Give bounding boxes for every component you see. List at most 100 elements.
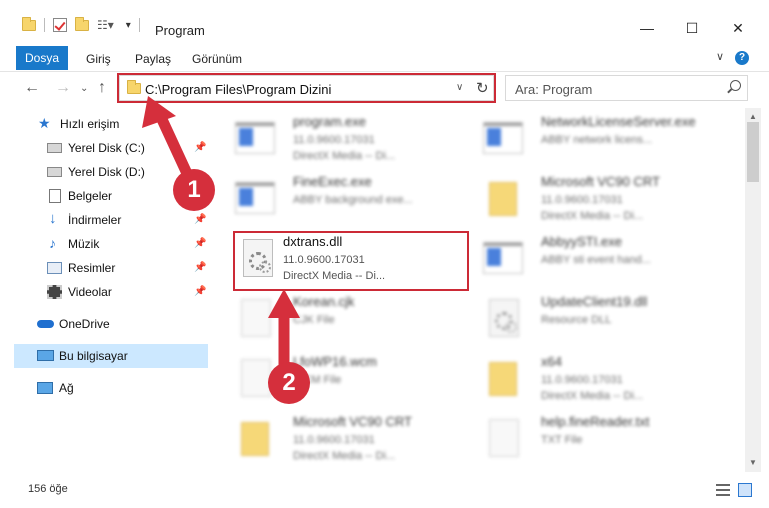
folder-icon bbox=[481, 356, 525, 400]
file-item[interactable]: x64 11.0.9600.17031 DirectX Media -- Di.… bbox=[481, 348, 729, 408]
tab-home[interactable]: Giriş bbox=[86, 52, 111, 66]
file-item[interactable]: AbbyySTI.exe ABBY sti event hand... bbox=[481, 228, 729, 288]
pin-icon[interactable]: 📌 bbox=[194, 262, 206, 273]
vertical-scrollbar[interactable]: ▲ ▼ bbox=[745, 108, 761, 472]
file-detail: 11.0.9600.17031 bbox=[541, 194, 623, 206]
up-arrow-icon[interactable]: ↑ bbox=[98, 79, 106, 97]
cloud-icon bbox=[37, 320, 54, 328]
file-item[interactable]: Microsoft VC90 CRT 11.0.9600.17031 Direc… bbox=[233, 408, 481, 468]
file-name: x64 bbox=[541, 354, 562, 369]
step-badge-1: 1 bbox=[173, 169, 215, 211]
details-view-icon[interactable] bbox=[716, 484, 730, 496]
sidebar-item-label: Resimler bbox=[68, 261, 116, 275]
file-icon bbox=[233, 296, 277, 340]
navigation-bar: ← → ⌄ ↑ C:\Program Files\Program Dizini … bbox=[0, 72, 769, 106]
tab-share[interactable]: Paylaş bbox=[135, 52, 171, 66]
file-name: UpdateClient19.dll bbox=[541, 294, 648, 309]
new-folder-icon[interactable] bbox=[75, 16, 89, 31]
sidebar-item-onedrive[interactable]: OneDrive bbox=[14, 312, 208, 336]
minimize-button[interactable]: — bbox=[637, 20, 657, 36]
sidebar-item-this-pc[interactable]: Bu bilgisayar bbox=[14, 344, 208, 368]
customize-toolbar-icon[interactable]: ☷▾ bbox=[97, 18, 114, 32]
download-icon: ↓ bbox=[49, 210, 57, 227]
file-detail: 11.0.9600.17031 bbox=[293, 434, 375, 446]
pin-icon[interactable]: 📌 bbox=[194, 286, 206, 297]
sidebar-item-label: Belgeler bbox=[68, 189, 113, 203]
file-name: Korean.cjk bbox=[293, 294, 355, 309]
scroll-up-icon[interactable]: ▲ bbox=[749, 112, 757, 121]
file-name: FineExec.exe bbox=[293, 174, 372, 189]
recent-locations-icon[interactable]: ⌄ bbox=[80, 83, 88, 94]
drive-icon bbox=[47, 143, 62, 153]
file-item[interactable]: help.fineReader.txt TXT File bbox=[481, 408, 729, 468]
file-detail: 11.0.9600.17031 bbox=[293, 134, 375, 146]
pin-icon[interactable]: 📌 bbox=[194, 238, 206, 249]
file-name: program.exe bbox=[293, 114, 366, 129]
sidebar-item-pictures[interactable]: Resimler 📌 bbox=[14, 256, 208, 280]
sidebar-item-label: Bu bilgisayar bbox=[59, 349, 128, 363]
collapse-ribbon-icon[interactable]: ∨ bbox=[716, 50, 724, 63]
tab-view[interactable]: Görünüm bbox=[192, 52, 242, 66]
search-icon[interactable] bbox=[730, 80, 741, 91]
file-item[interactable]: program.exe 11.0.9600.17031 DirectX Medi… bbox=[233, 108, 481, 168]
maximize-button[interactable]: ☐ bbox=[682, 20, 702, 37]
sidebar-item-label: Yerel Disk (D:) bbox=[68, 165, 145, 179]
sidebar-item-local-disk-c[interactable]: Yerel Disk (C:) 📌 bbox=[14, 136, 208, 160]
file-highlight-box bbox=[233, 231, 469, 291]
sidebar-item-downloads[interactable]: ↓ İndirmeler 📌 bbox=[14, 208, 208, 232]
properties-icon[interactable] bbox=[53, 18, 67, 32]
file-item[interactable]: NetworkLicenseServer.exe ABBY network li… bbox=[481, 108, 729, 168]
sidebar-item-label: Müzik bbox=[68, 237, 100, 251]
sidebar-item-music[interactable]: ♪ Müzik 📌 bbox=[14, 232, 208, 256]
setup-icon bbox=[233, 116, 277, 160]
pin-icon[interactable]: 📌 bbox=[194, 214, 206, 225]
file-item[interactable]: Korean.cjk CJK File bbox=[233, 288, 481, 348]
pin-icon[interactable]: 📌 bbox=[194, 142, 206, 153]
file-detail: Resource DLL bbox=[541, 314, 612, 326]
file-item[interactable]: FineExec.exe ABBY background exe... bbox=[233, 168, 481, 228]
pictures-icon bbox=[47, 262, 62, 274]
close-button[interactable]: ✕ bbox=[728, 20, 748, 37]
sidebar-item-label: Ağ bbox=[59, 381, 74, 395]
search-input[interactable]: Ara: Program bbox=[505, 75, 748, 101]
file-detail: DirectX Media -- Di... bbox=[293, 150, 396, 162]
file-detail: DirectX Media -- Di... bbox=[293, 450, 396, 462]
sidebar-item-label: OneDrive bbox=[59, 317, 110, 331]
file-detail: DirectX Media -- Di... bbox=[541, 210, 644, 222]
file-name: AbbyySTI.exe bbox=[541, 234, 622, 249]
scrollbar-thumb[interactable] bbox=[747, 122, 759, 182]
scroll-down-icon[interactable]: ▼ bbox=[749, 458, 757, 467]
sidebar-item-quick-access[interactable]: ★ Hızlı erişim bbox=[14, 112, 208, 136]
window-title: Program bbox=[155, 23, 205, 38]
file-detail: ABBY sti event hand... bbox=[541, 254, 651, 266]
sidebar-item-network[interactable]: Ağ bbox=[14, 376, 208, 400]
computer-icon bbox=[37, 350, 54, 361]
file-detail: CJK File bbox=[293, 314, 335, 326]
sidebar-item-videos[interactable]: Videolar 📌 bbox=[14, 280, 208, 304]
app-icon bbox=[481, 116, 525, 160]
dll-gear-icon bbox=[481, 296, 525, 340]
forward-arrow-icon[interactable]: → bbox=[55, 79, 71, 97]
back-arrow-icon[interactable]: ← bbox=[24, 79, 40, 97]
file-item[interactable]: UpdateClient19.dll Resource DLL bbox=[481, 288, 729, 348]
help-icon[interactable]: ? bbox=[735, 51, 749, 65]
sidebar-item-label: İndirmeler bbox=[68, 213, 122, 227]
tiles-view-icon[interactable] bbox=[738, 483, 752, 497]
file-icon bbox=[481, 416, 525, 460]
file-name: LfoWP16.wcm bbox=[293, 354, 377, 369]
status-bar: 156 öğe bbox=[0, 474, 769, 508]
app-icon bbox=[233, 176, 277, 220]
app-icon bbox=[481, 236, 525, 280]
item-count: 156 öğe bbox=[28, 483, 68, 495]
tab-file[interactable]: Dosya bbox=[16, 46, 68, 70]
folder-icon bbox=[481, 176, 525, 220]
file-detail: ABBY network licens... bbox=[541, 134, 653, 146]
network-icon bbox=[37, 382, 53, 394]
documents-icon bbox=[49, 189, 61, 203]
file-item[interactable]: Microsoft VC90 CRT 11.0.9600.17031 Direc… bbox=[481, 168, 729, 228]
video-icon bbox=[47, 285, 62, 299]
chevron-down-icon[interactable]: ▾ bbox=[126, 20, 131, 31]
ribbon-tabs: Dosya Giriş Paylaş Görünüm ∨ ? bbox=[0, 44, 769, 72]
file-name: Microsoft VC90 CRT bbox=[293, 414, 412, 429]
file-name: NetworkLicenseServer.exe bbox=[541, 114, 696, 129]
